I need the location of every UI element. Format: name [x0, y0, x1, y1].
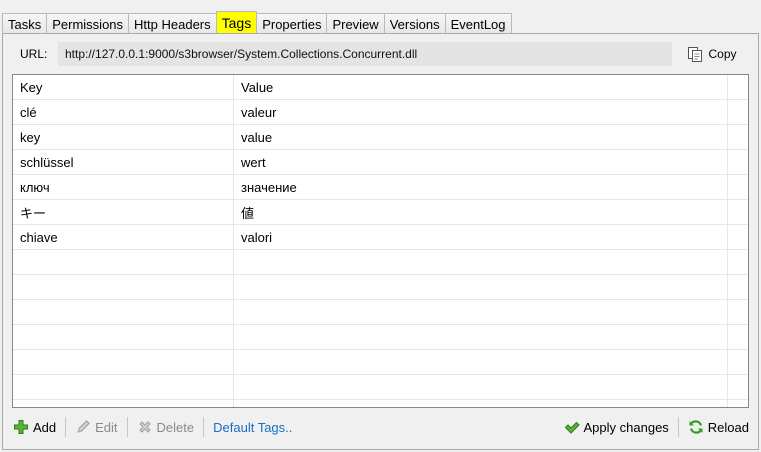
empty-row[interactable]: [13, 250, 748, 275]
row-filler: [728, 400, 748, 407]
empty-cell[interactable]: [13, 325, 234, 349]
empty-cell[interactable]: [234, 375, 728, 399]
row-filler: [728, 175, 748, 199]
table-row[interactable]: キー 値: [13, 200, 748, 225]
tab-tasks[interactable]: Tasks: [2, 13, 47, 34]
empty-cell[interactable]: [13, 375, 234, 399]
toolbar-separator: [203, 417, 205, 437]
empty-row[interactable]: [13, 300, 748, 325]
delete-x-icon: [137, 419, 153, 435]
empty-cell[interactable]: [234, 350, 728, 374]
column-header-value[interactable]: Value: [234, 75, 728, 99]
row-filler: [728, 200, 748, 224]
add-label: Add: [33, 419, 57, 435]
tab-http-headers[interactable]: Http Headers: [128, 13, 216, 34]
add-button[interactable]: Add: [7, 415, 62, 439]
tag-value-cell[interactable]: wert: [234, 150, 728, 174]
tab-permissions[interactable]: Permissions: [46, 13, 129, 34]
empty-row[interactable]: [13, 375, 748, 400]
apply-changes-label: Apply changes: [583, 419, 669, 435]
column-header-key[interactable]: Key: [13, 75, 234, 99]
row-filler: [728, 375, 748, 399]
row-filler: [728, 150, 748, 174]
empty-cell[interactable]: [234, 325, 728, 349]
delete-button[interactable]: Delete: [131, 415, 201, 439]
tag-value-cell[interactable]: valeur: [234, 100, 728, 124]
empty-cell[interactable]: [234, 250, 728, 274]
tab-strip: Tasks Permissions Http Headers Tags Prop…: [2, 11, 512, 34]
tags-panel: URL: http://127.0.0.1:9000/s3browser/Sys…: [2, 33, 759, 450]
tags-grid[interactable]: Key Value clé valeur key value schlüssel…: [12, 74, 749, 408]
empty-cell[interactable]: [13, 350, 234, 374]
row-filler: [728, 275, 748, 299]
url-label: URL:: [20, 47, 48, 61]
url-field[interactable]: http://127.0.0.1:9000/s3browser/System.C…: [58, 42, 672, 66]
row-filler: [728, 125, 748, 149]
toolbar-separator: [677, 417, 679, 437]
tag-key-cell[interactable]: chiave: [13, 225, 234, 249]
empty-cell[interactable]: [13, 300, 234, 324]
empty-cell[interactable]: [234, 400, 728, 407]
checkmark-icon: [564, 419, 580, 435]
bottom-toolbar: Add Edit Delete Default Tags.. Apply cha…: [7, 414, 755, 440]
row-filler: [728, 350, 748, 374]
toolbar-separator: [126, 417, 128, 437]
apply-changes-button[interactable]: Apply changes: [558, 415, 675, 439]
table-row[interactable]: ключ значение: [13, 175, 748, 200]
copy-label: Copy: [708, 47, 737, 61]
tab-versions[interactable]: Versions: [383, 13, 445, 34]
empty-row[interactable]: [13, 350, 748, 375]
table-row[interactable]: chiave valori: [13, 225, 748, 250]
tag-value-cell[interactable]: value: [234, 125, 728, 149]
tab-preview[interactable]: Preview: [326, 13, 384, 34]
empty-row[interactable]: [13, 400, 748, 407]
delete-label: Delete: [156, 419, 195, 435]
row-filler: [728, 325, 748, 349]
empty-cell[interactable]: [234, 275, 728, 299]
tab-tags[interactable]: Tags: [215, 11, 258, 34]
edit-button[interactable]: Edit: [69, 415, 123, 439]
empty-cell[interactable]: [13, 400, 234, 407]
tag-key-cell[interactable]: clé: [13, 100, 234, 124]
url-row: URL: http://127.0.0.1:9000/s3browser/Sys…: [10, 41, 754, 67]
empty-cell[interactable]: [13, 275, 234, 299]
grid-header: Key Value: [13, 75, 748, 100]
tag-value-cell[interactable]: valori: [234, 225, 728, 249]
tab-properties[interactable]: Properties: [257, 13, 327, 34]
tag-value-cell[interactable]: значение: [234, 175, 728, 199]
toolbar-separator: [65, 417, 67, 437]
reload-label: Reload: [707, 419, 749, 435]
plus-icon: [13, 419, 29, 435]
tag-key-cell[interactable]: キー: [13, 200, 234, 224]
empty-row[interactable]: [13, 325, 748, 350]
row-filler: [728, 100, 748, 124]
empty-row[interactable]: [13, 275, 748, 300]
empty-cell[interactable]: [234, 300, 728, 324]
tag-key-cell[interactable]: ключ: [13, 175, 234, 199]
reload-button[interactable]: Reload: [682, 415, 755, 439]
row-filler: [728, 300, 748, 324]
table-row[interactable]: clé valeur: [13, 100, 748, 125]
tag-value-cell[interactable]: 値: [234, 200, 728, 224]
tag-key-cell[interactable]: key: [13, 125, 234, 149]
row-filler: [728, 250, 748, 274]
table-row[interactable]: key value: [13, 125, 748, 150]
tag-key-cell[interactable]: schlüssel: [13, 150, 234, 174]
row-filler: [728, 225, 748, 249]
header-filler: [728, 75, 748, 99]
copy-button[interactable]: Copy: [678, 41, 746, 67]
table-row[interactable]: schlüssel wert: [13, 150, 748, 175]
reload-icon: [688, 419, 704, 435]
tab-eventlog[interactable]: EventLog: [444, 13, 512, 34]
default-tags-link[interactable]: Default Tags..: [207, 420, 292, 435]
empty-cell[interactable]: [13, 250, 234, 274]
edit-label: Edit: [95, 419, 118, 435]
pencil-icon: [75, 419, 91, 435]
copy-icon: [687, 46, 703, 62]
